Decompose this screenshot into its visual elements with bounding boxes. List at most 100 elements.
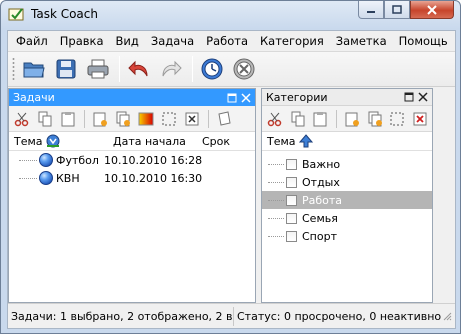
category-label: Спорт (302, 229, 337, 243)
category-checkbox[interactable] (286, 176, 297, 188)
tasks-pane-header[interactable]: Задачи (9, 89, 255, 106)
category-label: Семья (302, 211, 338, 225)
new-subtask-icon (116, 111, 130, 126)
category-item[interactable]: Важно (262, 155, 432, 173)
tasks-pane-title: Задачи (13, 91, 55, 104)
stop-tracking-button[interactable] (229, 54, 259, 84)
task-icon (39, 153, 53, 167)
paste-button[interactable] (57, 108, 79, 130)
category-item[interactable]: Спорт (262, 227, 432, 245)
category-label: Отдых (302, 175, 340, 189)
resize-grip-icon[interactable] (442, 311, 452, 321)
start-tracking-button[interactable] (197, 54, 227, 84)
toolbar-separator (119, 56, 120, 82)
toolbar-grip[interactable] (12, 57, 15, 81)
save-button[interactable] (51, 54, 81, 84)
toolbar-separator (84, 109, 85, 128)
category-label: Важно (302, 157, 341, 171)
close-pane-icon[interactable] (241, 92, 251, 103)
column-category-label: Тема (267, 134, 296, 148)
select-all-button[interactable] (158, 108, 180, 130)
delete-category-button[interactable] (409, 108, 431, 130)
menu-view[interactable]: Вид (110, 31, 145, 51)
print-icon (87, 59, 109, 79)
task-row[interactable]: Футбол 10.10.2010 16:28 (9, 151, 255, 169)
cut-icon (267, 112, 282, 126)
delete-icon (413, 112, 427, 125)
menu-category[interactable]: Категория (254, 31, 330, 51)
categories-pane-header[interactable]: Категории (262, 89, 432, 106)
new-subcategory-icon (368, 111, 382, 126)
minimize-button[interactable] (358, 1, 384, 19)
delete-task-button[interactable] (181, 108, 203, 130)
category-checkbox[interactable] (286, 194, 297, 206)
undo-button[interactable] (124, 54, 154, 84)
close-icon (427, 4, 437, 15)
open-button[interactable] (19, 54, 49, 84)
category-checkbox[interactable] (286, 212, 297, 224)
task-subject: Футбол (56, 153, 99, 167)
paste-icon (61, 111, 75, 126)
redo-button[interactable] (156, 54, 186, 84)
main-toolbar (8, 51, 455, 87)
menu-edit[interactable]: Правка (54, 31, 110, 51)
paste-button[interactable] (309, 108, 331, 130)
restore-pane-icon[interactable] (404, 92, 414, 102)
edit-task-button[interactable] (135, 108, 157, 130)
select-all-button[interactable] (387, 108, 409, 130)
paste-icon (313, 111, 327, 126)
print-button[interactable] (83, 54, 113, 84)
category-item[interactable]: Отдых (262, 173, 432, 191)
menu-bar: Файл Правка Вид Задача Работа Категория … (8, 31, 455, 51)
delete-icon (185, 112, 199, 125)
column-category-subject[interactable]: Тема (262, 134, 313, 148)
restore-pane-icon[interactable] (227, 93, 237, 103)
task-start-date: 10.10.2010 16:28 (104, 153, 203, 167)
categories-column-header: Тема (262, 132, 432, 151)
notes-button[interactable] (213, 108, 235, 130)
new-task-icon (93, 112, 107, 126)
window-title: Task Coach (31, 7, 98, 21)
tree-connector (268, 235, 284, 237)
category-item-selected[interactable]: Работа (262, 191, 432, 209)
start-tracking-icon (201, 58, 223, 80)
new-subcategory-button[interactable] (364, 108, 386, 130)
column-start-date[interactable]: Дата начала (107, 135, 197, 148)
task-subject: КВН (56, 171, 80, 185)
column-due-date[interactable]: Срок (197, 135, 247, 148)
minimize-icon (367, 10, 375, 13)
cut-button[interactable] (11, 108, 33, 130)
menu-file[interactable]: Файл (10, 31, 54, 51)
cut-button[interactable] (264, 108, 286, 130)
new-category-button[interactable] (341, 108, 363, 130)
new-subtask-button[interactable] (112, 108, 134, 130)
maximize-button[interactable] (384, 1, 410, 19)
task-row[interactable]: КВН 10.10.2010 16:30 (9, 169, 255, 187)
menu-note[interactable]: Заметка (330, 31, 393, 51)
category-label: Работа (302, 193, 343, 207)
copy-icon (291, 111, 305, 126)
open-folder-icon (23, 62, 45, 78)
copy-icon (38, 111, 52, 126)
copy-button[interactable] (34, 108, 56, 130)
copy-button[interactable] (287, 108, 309, 130)
sort-up-icon (298, 134, 313, 148)
title-bar[interactable]: Task Coach (1, 1, 460, 29)
toolbar-separator (208, 109, 209, 128)
status-overview: Статус: 0 просрочено, 0 неактивно, 0 (237, 309, 442, 323)
tree-connector (268, 181, 284, 183)
menu-effort[interactable]: Работа (200, 31, 254, 51)
category-checkbox[interactable] (286, 230, 297, 242)
column-subject[interactable]: Тема (9, 134, 107, 148)
stop-tracking-icon (233, 58, 255, 80)
menu-task[interactable]: Задача (145, 31, 200, 51)
category-item[interactable]: Семья (262, 209, 432, 227)
new-task-button[interactable] (89, 108, 111, 130)
toolbar-separator (336, 109, 338, 128)
menu-help[interactable]: Помощь (393, 31, 454, 51)
close-button[interactable] (410, 1, 454, 19)
close-pane-icon[interactable] (418, 92, 428, 102)
category-checkbox[interactable] (286, 158, 297, 170)
save-icon (56, 59, 76, 79)
task-start-date: 10.10.2010 16:30 (104, 171, 203, 185)
